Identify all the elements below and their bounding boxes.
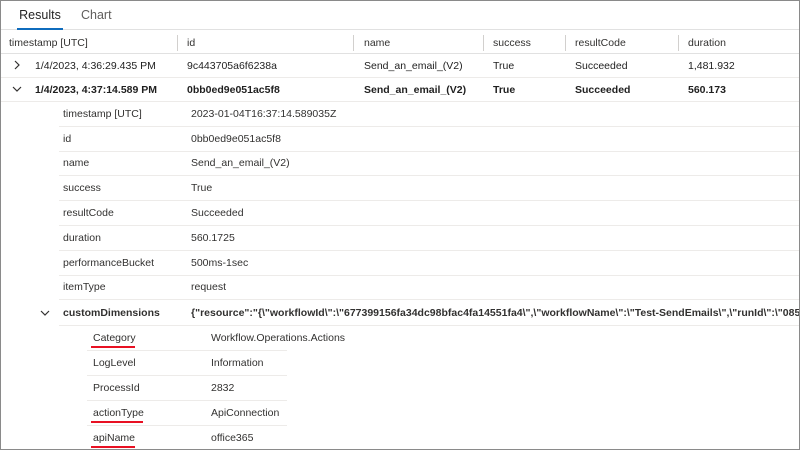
cell-success: True [493, 84, 516, 96]
detail-key: duration [63, 232, 101, 244]
column-resize-handle[interactable] [565, 35, 566, 51]
subdetail-key: actionType [93, 407, 144, 419]
tab-results[interactable]: Results [17, 8, 63, 30]
highlight-underline [91, 446, 135, 448]
tab-bar: Results Chart [1, 1, 799, 30]
detail-value-json: {"resource":"{\"workflowId\":\"677399156… [191, 307, 800, 319]
cell-resultcode: Succeeded [575, 84, 631, 96]
chevron-right-icon[interactable] [11, 59, 23, 71]
column-header-resultcode[interactable]: resultCode [575, 37, 626, 49]
highlight-underline [91, 346, 135, 348]
cell-duration: 1,481.932 [688, 60, 735, 72]
subdetail-row-actiontype: actionType ApiConnection [1, 401, 799, 426]
detail-row-success: success True [1, 176, 799, 201]
detail-key: itemType [63, 281, 106, 293]
table-row-expanded[interactable]: 1/4/2023, 4:37:14.589 PM 0bb0ed9e051ac5f… [1, 78, 799, 102]
detail-value: Send_an_email_(V2) [191, 157, 290, 169]
detail-key: customDimensions [63, 307, 160, 319]
detail-row-name: name Send_an_email_(V2) [1, 151, 799, 176]
column-resize-handle[interactable] [483, 35, 484, 51]
column-resize-handle[interactable] [353, 35, 354, 51]
detail-row-resultcode: resultCode Succeeded [1, 201, 799, 226]
detail-key: resultCode [63, 207, 114, 219]
detail-value: 500ms-1sec [191, 257, 249, 269]
subdetail-value: ApiConnection [211, 407, 280, 419]
subdetail-row-apiname: apiName office365 [1, 426, 799, 449]
detail-row-itemtype: itemType request [1, 275, 799, 300]
cell-name: Send_an_email_(V2) [364, 84, 467, 96]
column-header-name[interactable]: name [364, 37, 390, 49]
subdetail-value: office365 [211, 432, 254, 444]
column-header-id[interactable]: id [187, 37, 195, 49]
subdetail-value: Workflow.Operations.Actions [211, 332, 346, 344]
detail-key: success [63, 182, 101, 194]
cell-id: 9c443705a6f6238a [187, 60, 277, 72]
detail-key: name [63, 157, 90, 169]
subdetail-key: LogLevel [93, 357, 136, 369]
cell-success: True [493, 60, 515, 72]
table-row[interactable]: 1/4/2023, 4:36:29.435 PM 9c443705a6f6238… [1, 54, 799, 78]
column-resize-handle[interactable] [678, 35, 679, 51]
detail-value: True [191, 182, 213, 194]
subdetail-key: Category [93, 332, 136, 344]
cell-timestamp: 1/4/2023, 4:36:29.435 PM [35, 60, 156, 72]
column-resize-handle[interactable] [177, 35, 178, 51]
column-header-duration[interactable]: duration [688, 37, 726, 49]
chevron-down-icon[interactable] [39, 307, 51, 319]
detail-row-timestamp: timestamp [UTC] 2023-01-04T16:37:14.5890… [1, 102, 799, 127]
detail-value: 560.1725 [191, 232, 235, 244]
tab-chart[interactable]: Chart [81, 8, 112, 30]
cell-id: 0bb0ed9e051ac5f8 [187, 84, 280, 96]
detail-row-duration: duration 560.1725 [1, 226, 799, 251]
table-header: timestamp [UTC] id name success resultCo… [1, 32, 799, 54]
results-panel: Results Chart timestamp [UTC] id name su… [0, 0, 800, 450]
subdetail-key: ProcessId [93, 382, 140, 394]
detail-key: timestamp [UTC] [63, 108, 142, 120]
cell-name: Send_an_email_(V2) [364, 60, 463, 72]
column-header-timestamp[interactable]: timestamp [UTC] [9, 37, 88, 49]
highlight-underline [91, 421, 143, 423]
detail-key: performanceBucket [63, 257, 155, 269]
cell-duration: 560.173 [688, 84, 726, 96]
subdetail-row-category: Category Workflow.Operations.Actions [1, 326, 799, 351]
detail-row-customdimensions[interactable]: customDimensions {"resource":"{\"workflo… [1, 301, 800, 326]
detail-key: id [63, 133, 72, 145]
subdetail-row-processid: ProcessId 2832 [1, 376, 799, 401]
detail-value: 2023-01-04T16:37:14.589035Z [191, 108, 337, 120]
row-divider [59, 299, 799, 300]
detail-row-id: id 0bb0ed9e051ac5f8 [1, 127, 799, 152]
subdetail-key: apiName [93, 432, 136, 444]
detail-row-performancebucket: performanceBucket 500ms-1sec [1, 251, 799, 276]
subdetail-row-loglevel: LogLevel Information [1, 351, 799, 376]
column-header-success[interactable]: success [493, 37, 531, 49]
detail-value: request [191, 281, 227, 293]
subdetail-value: Information [211, 357, 264, 369]
cell-resultcode: Succeeded [575, 60, 628, 72]
detail-value: 0bb0ed9e051ac5f8 [191, 133, 281, 145]
chevron-down-icon[interactable] [11, 83, 23, 95]
detail-value: Succeeded [191, 207, 244, 219]
cell-timestamp: 1/4/2023, 4:37:14.589 PM [35, 84, 158, 96]
subdetail-value: 2832 [211, 382, 235, 394]
